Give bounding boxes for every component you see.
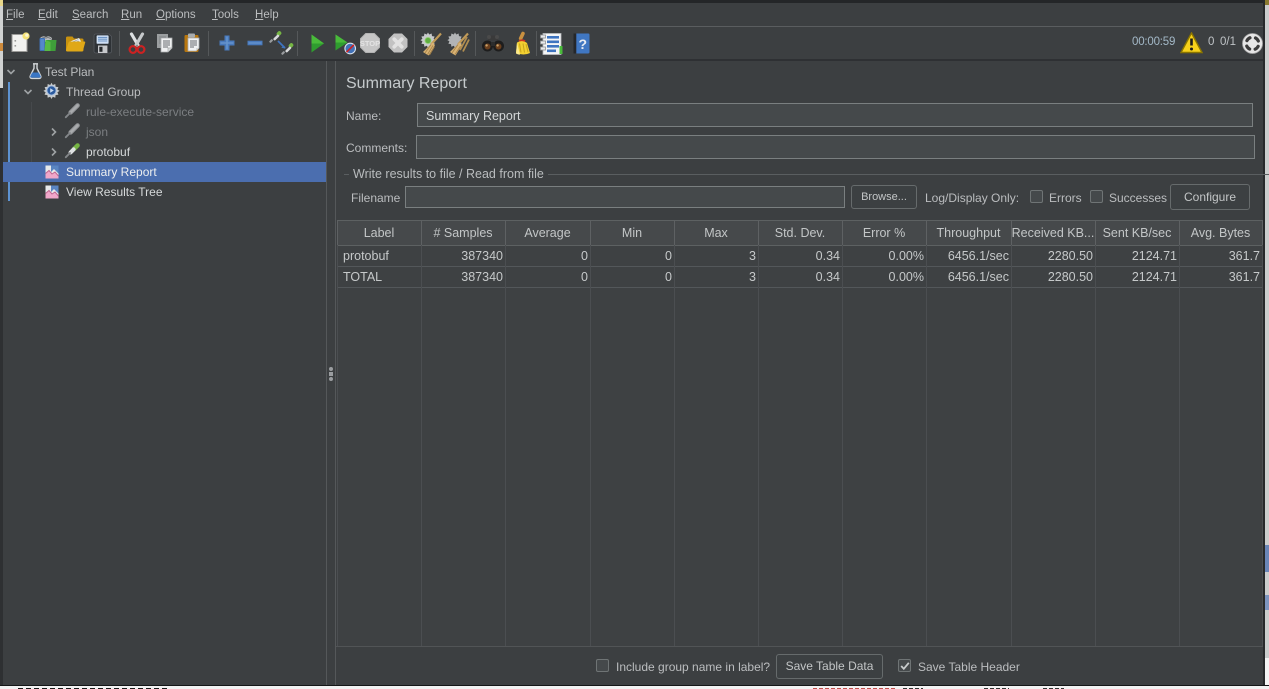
- svg-text:STOP: STOP: [360, 39, 380, 48]
- svg-text:?: ?: [579, 36, 588, 52]
